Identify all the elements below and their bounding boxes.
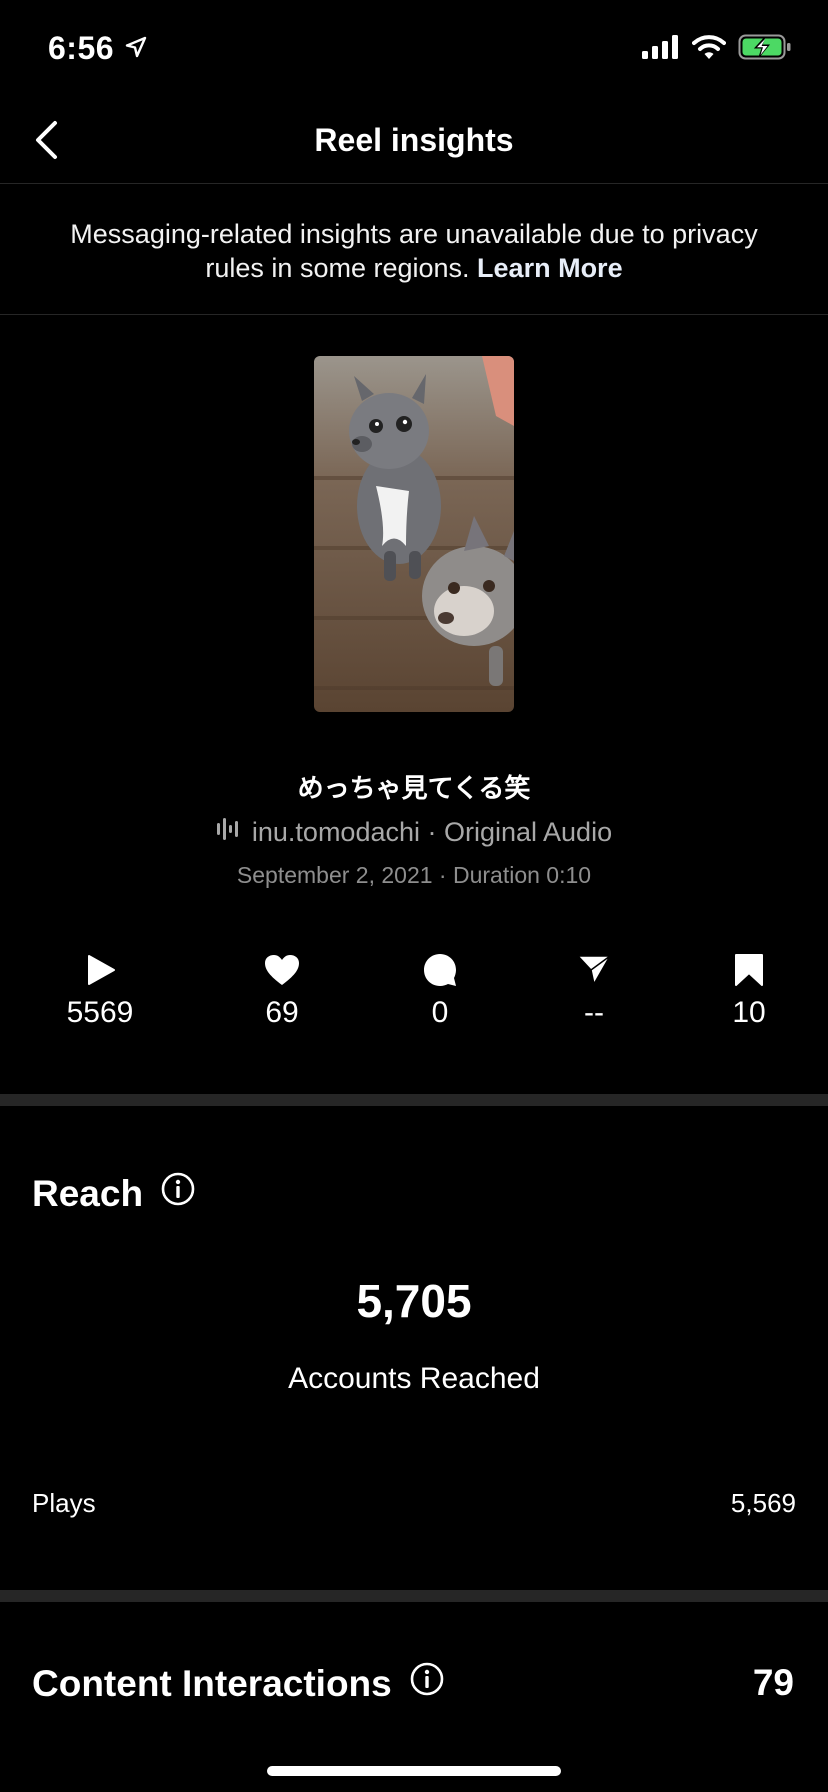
metric-shares: -- xyxy=(534,952,654,1030)
reach-header: Reach xyxy=(32,1172,195,1215)
status-indicators xyxy=(642,34,792,65)
audio-info[interactable]: inu.tomodachi · Original Audio xyxy=(0,817,828,848)
privacy-notice: Messaging-related insights are unavailab… xyxy=(0,185,828,315)
metric-value: 0 xyxy=(431,996,449,1029)
reel-insights-screen: 6:56 Reel insights Messaging-related ins… xyxy=(0,0,828,1792)
date-duration: September 2, 2021 · Duration 0:10 xyxy=(236,862,592,888)
accounts-reached-label: Accounts Reached xyxy=(288,1362,540,1395)
navigation-bar: Reel insights xyxy=(0,100,828,184)
metric-comments: 0 xyxy=(380,952,500,1030)
plays-row: Plays 5,569 xyxy=(32,1488,796,1519)
reel-caption: めっちゃ見てくる笑 xyxy=(297,774,531,804)
content-interactions-title: Content Interactions xyxy=(32,1662,392,1704)
metric-value: 69 xyxy=(265,996,299,1029)
metric-plays: 5569 xyxy=(40,952,160,1030)
info-icon[interactable] xyxy=(161,1172,195,1215)
clock: 6:56 xyxy=(48,30,115,66)
location-arrow-icon xyxy=(124,30,148,67)
metric-value: -- xyxy=(584,996,604,1029)
section-divider xyxy=(0,1590,828,1602)
share-icon xyxy=(577,952,611,988)
audio-text: inu.tomodachi · Original Audio xyxy=(251,817,613,847)
content-interactions-header: Content Interactions xyxy=(32,1662,444,1705)
metric-value: 10 xyxy=(732,996,766,1029)
plays-value: 5,569 xyxy=(730,1488,796,1518)
accounts-reached-value: 5,705 xyxy=(356,1275,472,1327)
reach-title: Reach xyxy=(32,1172,144,1214)
audio-waveform-icon xyxy=(216,817,242,848)
wifi-icon xyxy=(692,34,726,65)
metric-saves: 10 xyxy=(689,952,809,1030)
section-divider xyxy=(0,1094,828,1106)
plays-label: Plays xyxy=(32,1488,96,1518)
page-title: Reel insights xyxy=(314,122,514,158)
content-interactions-value: 79 xyxy=(752,1662,794,1703)
battery-icon xyxy=(738,34,792,65)
info-icon[interactable] xyxy=(410,1662,444,1705)
status-time: 6:56 xyxy=(48,30,148,67)
comment-icon xyxy=(423,952,457,988)
learn-more-link[interactable]: Learn More xyxy=(477,253,623,283)
metric-value: 5569 xyxy=(66,996,134,1029)
home-indicator[interactable] xyxy=(267,1766,561,1776)
dogs-image xyxy=(314,356,514,712)
play-icon xyxy=(84,952,116,988)
notice-text: Messaging-related insights are unavailab… xyxy=(70,219,758,283)
heart-icon xyxy=(264,952,300,988)
reel-thumbnail[interactable] xyxy=(314,356,514,712)
metric-likes: 69 xyxy=(222,952,342,1030)
status-bar: 6:56 xyxy=(0,0,828,100)
metrics-row: 5569 69 0 -- 10 xyxy=(0,952,828,1042)
bookmark-icon xyxy=(734,952,764,988)
signal-icon xyxy=(642,35,680,64)
